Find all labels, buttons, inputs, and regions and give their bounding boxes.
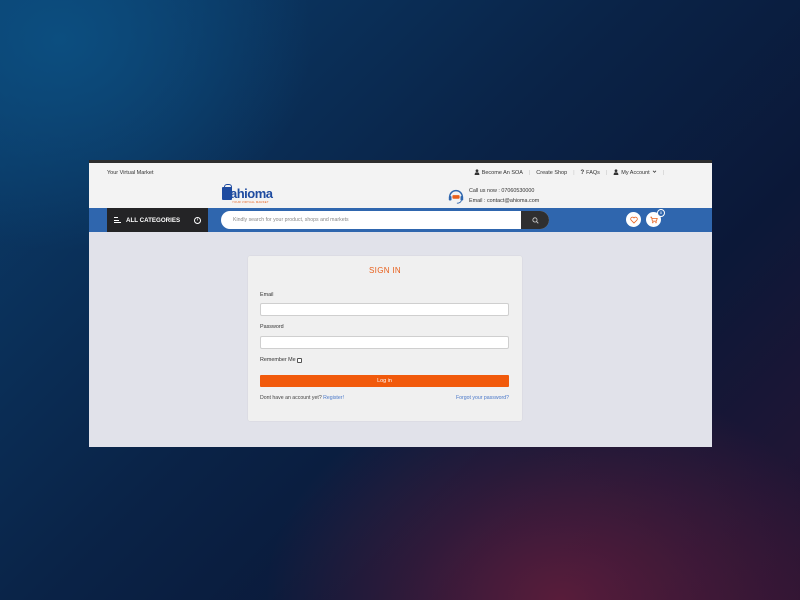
email-field-box	[260, 303, 509, 322]
wishlist-button[interactable]	[626, 212, 641, 227]
all-categories-label: ALL CATEGORIES	[126, 216, 181, 224]
password-field-box	[260, 336, 509, 355]
user-icon	[613, 168, 619, 177]
become-soa-link[interactable]: Become An SOA	[468, 168, 529, 177]
my-account-link[interactable]: My Account	[607, 168, 662, 177]
contact-info: Call us now : 07060530000 Email : contac…	[447, 186, 539, 206]
circle-arrow-icon: ›	[194, 216, 201, 224]
ahioma-logo[interactable]: ahioma YOUR VIRTUAL MARKET	[222, 184, 280, 205]
password-label: Password	[260, 324, 284, 330]
nav-icons: 0	[626, 209, 665, 227]
cart-count-badge: 0	[657, 209, 665, 217]
become-soa-label: Become An SOA	[481, 169, 523, 176]
call-line: Call us now : 07060530000	[469, 188, 535, 194]
faqs-link[interactable]: ? FAQs	[575, 170, 606, 176]
create-shop-link[interactable]: Create Shop	[530, 170, 573, 176]
contact-text: Call us now : 07060530000 Email : contac…	[469, 186, 539, 206]
all-categories-button[interactable]: ALL CATEGORIES ›	[107, 208, 208, 232]
top-bar: Your Virtual Market Become An SOA | Crea…	[89, 160, 712, 182]
forgot-password-link[interactable]: Forgot your password?	[456, 395, 509, 401]
question-icon: ?	[580, 169, 585, 176]
top-links: Become An SOA | Create Shop | ? FAQs | M…	[468, 168, 664, 177]
password-field[interactable]	[261, 343, 508, 355]
logo-subtitle: YOUR VIRTUAL MARKET	[232, 200, 269, 204]
email-field[interactable]	[261, 310, 508, 322]
search-button[interactable]	[521, 211, 549, 229]
cart-button[interactable]: 0	[646, 209, 665, 227]
search-icon	[531, 211, 539, 229]
menu-icon	[114, 217, 121, 223]
login-button[interactable]: Log in	[260, 375, 509, 387]
signin-footer: Dont have an account yet? Register! Forg…	[260, 395, 509, 401]
create-shop-label: Create Shop	[536, 169, 568, 176]
search-input[interactable]	[221, 217, 521, 223]
remember-me: Remember Me	[260, 357, 302, 363]
divider: |	[662, 169, 664, 176]
email-line: Email : contact@ahioma.com	[469, 198, 540, 204]
signin-card: SIGN IN Email Password Remember Me Log i…	[248, 256, 522, 421]
remember-me-label: Remember Me	[260, 357, 296, 363]
search-bar	[221, 211, 549, 229]
register-link[interactable]: Register!	[323, 395, 344, 401]
browser-window: Your Virtual Market Become An SOA | Crea…	[89, 160, 712, 447]
faqs-label: FAQs	[586, 169, 600, 176]
no-account-text: Dont have an account yet?	[260, 395, 322, 401]
tagline: Your Virtual Market	[107, 169, 154, 176]
email-label: Email	[260, 292, 274, 298]
user-icon	[474, 168, 480, 177]
remember-me-checkbox[interactable]	[296, 357, 302, 363]
logo-text: ahioma	[230, 186, 273, 201]
my-account-label: My Account	[621, 169, 650, 176]
signin-title: SIGN IN	[369, 266, 401, 275]
heart-icon	[629, 211, 638, 229]
chevron-down-icon	[652, 169, 657, 176]
headset-icon	[447, 187, 465, 205]
header: ahioma YOUR VIRTUAL MARKET Call us now :…	[89, 182, 712, 208]
nav-bar: ALL CATEGORIES › 0	[89, 208, 712, 232]
